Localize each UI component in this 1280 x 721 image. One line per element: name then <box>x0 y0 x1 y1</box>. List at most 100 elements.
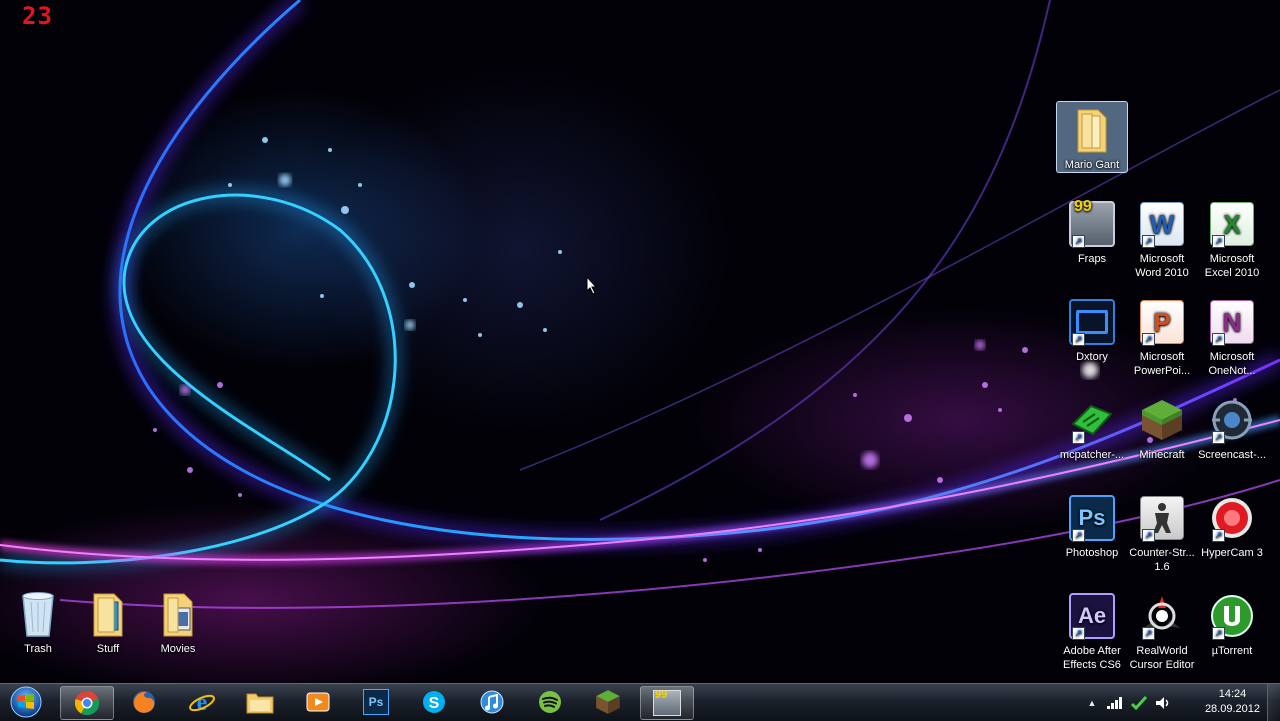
signal-icon[interactable] <box>1106 696 1124 710</box>
desktop-icon-label: Fraps <box>1077 253 1107 265</box>
folder-icon <box>84 590 132 638</box>
fps-counter: 23 <box>22 2 53 30</box>
folder-icon <box>154 590 202 638</box>
explorer-folder-icon <box>246 693 274 714</box>
svg-text:S: S <box>429 695 440 712</box>
excel-icon: X ↗ <box>1208 200 1256 248</box>
desktop-icon-label: Photoshop <box>1065 547 1119 559</box>
shortcut-arrow-icon: ↗ <box>1072 333 1085 346</box>
taskbar-firefox[interactable] <box>118 686 170 718</box>
desktop-icon-powerpoint[interactable]: P ↗ Microsoft PowerPoi... <box>1126 298 1198 378</box>
shortcut-arrow-icon: ↗ <box>1212 333 1225 346</box>
clock-date: 28.09.2012 <box>1204 703 1260 715</box>
desktop[interactable]: 23 Trash Stuff Movies Mario Gant 99 ↗ Fr… <box>0 0 1280 683</box>
desktop-icon-utorrent[interactable]: ↗ µTorrent <box>1196 592 1268 658</box>
photoshop-tile-text: Ps <box>368 695 384 709</box>
shortcut-arrow-icon: ↗ <box>1072 235 1085 248</box>
desktop-icon-label: Microsoft Word 2010 <box>1135 253 1189 279</box>
desktop-icon-label: µTorrent <box>1211 645 1253 657</box>
fraps-tile-text: 99 <box>655 689 668 701</box>
chrome-icon <box>74 691 100 716</box>
minecraft-icon <box>1138 396 1186 444</box>
desktop-icon-label: Microsoft PowerPoi... <box>1133 351 1191 377</box>
minecraft-icon <box>596 690 620 714</box>
shortcut-arrow-icon: ↗ <box>1212 627 1225 640</box>
firefox-icon <box>133 691 155 713</box>
desktop-icon-mcpatcher[interactable]: ↗ mcpatcher-... <box>1056 396 1128 462</box>
desktop-icon-counter-strike[interactable]: ↗ Counter-Str... 1.6 <box>1126 494 1198 574</box>
desktop-icon-fraps[interactable]: 99 ↗ Fraps <box>1056 198 1128 266</box>
desktop-icon-label: Counter-Str... 1.6 <box>1129 547 1195 573</box>
desktop-icon-label: mcpatcher-... <box>1059 449 1125 461</box>
desktop-icon-label: Adobe After Effects CS6 <box>1063 645 1121 671</box>
shortcut-arrow-icon: ↗ <box>1212 529 1225 542</box>
desktop-icon-movies[interactable]: Movies <box>142 590 214 656</box>
recycle-bin-icon <box>14 590 62 638</box>
utorrent-icon: ↗ <box>1208 592 1256 640</box>
desktop-icon-excel[interactable]: X ↗ Microsoft Excel 2010 <box>1196 200 1268 280</box>
desktop-icon-stuff[interactable]: Stuff <box>72 590 144 656</box>
desktop-icon-label: HyperCam 3 <box>1201 547 1263 559</box>
desktop-icon-word[interactable]: W ↗ Microsoft Word 2010 <box>1126 200 1198 280</box>
desktop-icon-after-effects[interactable]: Ae ↗ Adobe After Effects CS6 <box>1056 592 1128 672</box>
fraps-icon: 99 <box>653 689 681 716</box>
shortcut-arrow-icon: ↗ <box>1072 627 1085 640</box>
shortcut-arrow-icon: ↗ <box>1072 529 1085 542</box>
fraps-tile-text: 99 <box>1074 198 1092 215</box>
taskbar-internet-explorer[interactable]: e <box>176 686 228 718</box>
desktop-icon-label: Trash <box>24 643 52 655</box>
clock-time: 14:24 <box>1218 688 1247 700</box>
taskbar-skype[interactable]: S <box>408 686 460 718</box>
desktop-icon-label: Microsoft OneNot... <box>1208 351 1256 377</box>
desktop-icon-trash[interactable]: Trash <box>2 590 74 656</box>
desktop-icon-mario-gant[interactable]: Mario Gant <box>1056 101 1128 173</box>
hypercam-icon: ↗ <box>1208 494 1256 542</box>
desktop-icon-label: Screencast-... <box>1198 449 1266 461</box>
shortcut-arrow-icon: ↗ <box>1212 431 1225 444</box>
after-effects-icon: Ae ↗ <box>1068 592 1116 640</box>
desktop-icon-hypercam[interactable]: ↗ HyperCam 3 <box>1196 494 1268 560</box>
skype-icon: S <box>423 691 445 713</box>
shortcut-arrow-icon: ↗ <box>1142 529 1155 542</box>
taskbar-photoshop[interactable]: Ps <box>350 686 402 718</box>
taskbar: e Ps S 99 ▲ 14:24 28.09.2012 <box>0 683 1280 721</box>
spotify-icon <box>539 691 561 713</box>
taskbar-fraps[interactable]: 99 <box>640 686 694 720</box>
desktop-icon-minecraft[interactable]: Minecraft <box>1126 396 1198 462</box>
desktop-icon-dxtory[interactable]: ↗ Dxtory <box>1056 298 1128 364</box>
taskbar-spotify[interactable] <box>524 686 576 718</box>
desktop-icon-label: Movies <box>160 643 196 655</box>
taskbar-clock[interactable]: 14:24 28.09.2012 <box>1205 687 1260 717</box>
taskbar-explorer[interactable] <box>234 686 286 718</box>
itunes-icon <box>480 690 504 714</box>
photoshop-icon: Ps <box>363 689 389 715</box>
desktop-icon-screencast[interactable]: ↗ Screencast-... <box>1196 396 1268 462</box>
show-desktop-button[interactable] <box>1267 684 1280 721</box>
windows-orb-icon <box>10 686 42 718</box>
media-player-icon <box>306 692 330 712</box>
desktop-icon-photoshop[interactable]: Ps ↗ Photoshop <box>1056 494 1128 560</box>
desktop-icon-onenote[interactable]: N ↗ Microsoft OneNot... <box>1196 298 1268 378</box>
taskbar-minecraft[interactable] <box>582 686 634 718</box>
desktop-icon-label: Dxtory <box>1076 351 1108 363</box>
desktop-icon-realworld[interactable]: ↗ RealWorld Cursor Editor <box>1126 592 1198 672</box>
network-icon[interactable] <box>1130 695 1148 711</box>
svg-text:e: e <box>197 690 208 715</box>
shortcut-arrow-icon: ↗ <box>1142 627 1155 640</box>
system-tray: ▲ <box>1082 684 1172 721</box>
start-button[interactable] <box>4 685 48 719</box>
photoshop-icon: Ps ↗ <box>1068 494 1116 542</box>
shortcut-arrow-icon: ↗ <box>1212 235 1225 248</box>
shortcut-arrow-icon: ↗ <box>1072 431 1085 444</box>
onenote-icon: N ↗ <box>1208 298 1256 346</box>
folder-icon <box>1068 106 1116 154</box>
shortcut-arrow-icon: ↗ <box>1142 333 1155 346</box>
volume-icon[interactable] <box>1154 695 1172 711</box>
taskbar-media-player[interactable] <box>292 686 344 718</box>
shortcut-arrow-icon: ↗ <box>1142 235 1155 248</box>
show-hidden-icons-chevron[interactable]: ▲ <box>1082 698 1102 708</box>
mouse-cursor-icon <box>586 276 598 295</box>
taskbar-chrome[interactable] <box>60 686 114 720</box>
taskbar-itunes[interactable] <box>466 686 518 718</box>
internet-explorer-icon: e <box>189 690 215 715</box>
